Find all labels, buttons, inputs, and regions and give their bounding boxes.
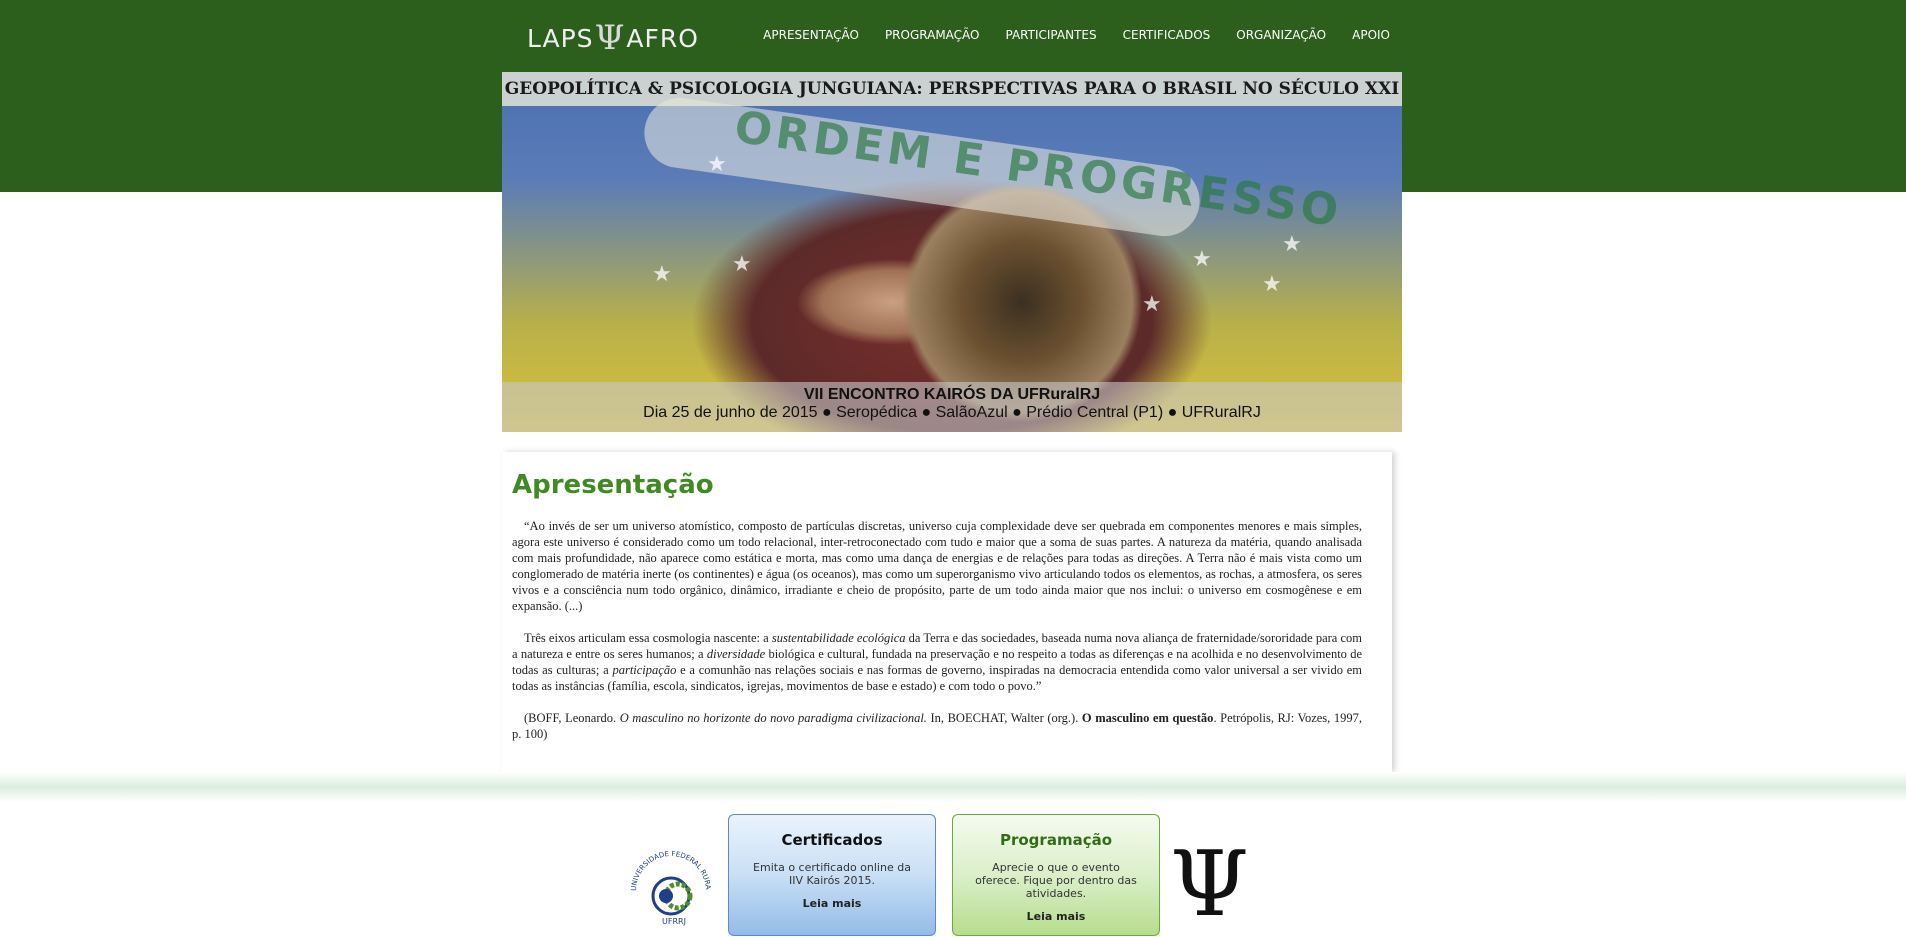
ref-title: O masculino no horizonte do novo paradig… [619, 711, 927, 725]
svg-text:UNIVERSIDADE FEDERAL RURAL DO: UNIVERSIDADE FEDERAL RURAL DO RIO DE JAN… [626, 846, 712, 891]
section-text: “Ao invés de ser um universo atomístico,… [512, 518, 1362, 758]
section-heading: Apresentação [512, 470, 714, 500]
star-icon: ★ [652, 262, 672, 287]
banner-title-bar: GEOPOLÍTICA & PSICOLOGIA JUNGUIANA: PERS… [502, 72, 1402, 106]
star-icon: ★ [707, 152, 727, 177]
logo-left-text: LAPS [527, 23, 594, 53]
card-title: Programação [999, 831, 1113, 849]
programacao-card[interactable]: Programação Aprecie o que o evento ofere… [952, 814, 1160, 936]
ufrrj-arc-text: UNIVERSIDADE FEDERAL RURAL DO RIO DE JAN… [626, 846, 712, 891]
p2-part: Três eixos articulam essa cosmologia nas… [524, 631, 772, 645]
ufrrj-logo[interactable]: UNIVERSIDADE FEDERAL RURAL DO RIO DE JAN… [626, 846, 716, 926]
nav-participantes[interactable]: PARTICIPANTES [1006, 28, 1097, 42]
nav-programacao[interactable]: PROGRAMAÇÃO [885, 28, 980, 42]
logo-right-text: AFRO [626, 23, 699, 53]
paragraph-1: “Ao invés de ser um universo atomístico,… [512, 519, 1362, 613]
reference: (BOFF, Leonardo. O masculino no horizont… [512, 710, 1362, 742]
p2-emphasis: diversidade [706, 647, 766, 661]
hero-banner: ORDEM E PROGRESSO ★ ★ ★ ★ ★ ★ ★ GEOPOLÍT… [502, 72, 1402, 432]
nav-organizacao[interactable]: ORGANIZAÇÃO [1236, 28, 1326, 42]
event-name: VII ENCONTRO KAIRÓS DA UFRuralRJ [803, 386, 1101, 403]
event-details: Dia 25 de junho de 2015 ● Seropédica ● S… [643, 404, 1261, 421]
read-more-link[interactable]: Leia mais [953, 910, 1159, 923]
paragraph-2: Três eixos articulam essa cosmologia nas… [512, 630, 1362, 694]
p2-emphasis: sustentabilidade ecológica [771, 631, 906, 645]
ref-book: O masculino em questão [1081, 711, 1214, 725]
psychology-psi-icon[interactable]: Ψ [1170, 840, 1249, 930]
card-title: Certificados [781, 831, 883, 849]
nav-certificados[interactable]: CERTIFICADOS [1123, 28, 1211, 42]
card-desc: Aprecie o que o evento oferece. Fique po… [975, 861, 1137, 900]
star-icon: ★ [1282, 232, 1302, 257]
p2-emphasis: participação [612, 663, 677, 677]
psi-icon: Ψ [594, 18, 626, 58]
read-more-link[interactable]: Leia mais [729, 897, 935, 910]
nav-apoio[interactable]: APOIO [1352, 28, 1390, 42]
star-icon: ★ [1142, 292, 1162, 317]
nav-apresentacao[interactable]: APRESENTAÇÃO [763, 28, 859, 42]
star-icon: ★ [1192, 247, 1212, 272]
banner-title: GEOPOLÍTICA & PSICOLOGIA JUNGUIANA: PERS… [504, 79, 1400, 99]
card-desc: Emita o certificado online da IIV Kairós… [753, 861, 911, 887]
presentation-section: Apresentação “Ao invés de ser um univers… [502, 452, 1392, 772]
star-icon: ★ [732, 252, 752, 277]
banner-caption: VII ENCONTRO KAIRÓS DA UFRuralRJ Dia 25 … [502, 382, 1402, 432]
star-icon: ★ [1262, 272, 1282, 297]
main-nav: APRESENTAÇÃO PROGRAMAÇÃO PARTICIPANTES C… [763, 28, 1390, 42]
site-logo[interactable]: LAPS Ψ AFRO [527, 18, 699, 58]
ref-part: In, BOECHAT, Walter (org.). [926, 711, 1082, 725]
certificados-card[interactable]: Certificados Emita o certificado online … [728, 814, 936, 936]
footer-divider [0, 772, 1906, 802]
ref-part: (BOFF, Leonardo. [524, 711, 620, 725]
